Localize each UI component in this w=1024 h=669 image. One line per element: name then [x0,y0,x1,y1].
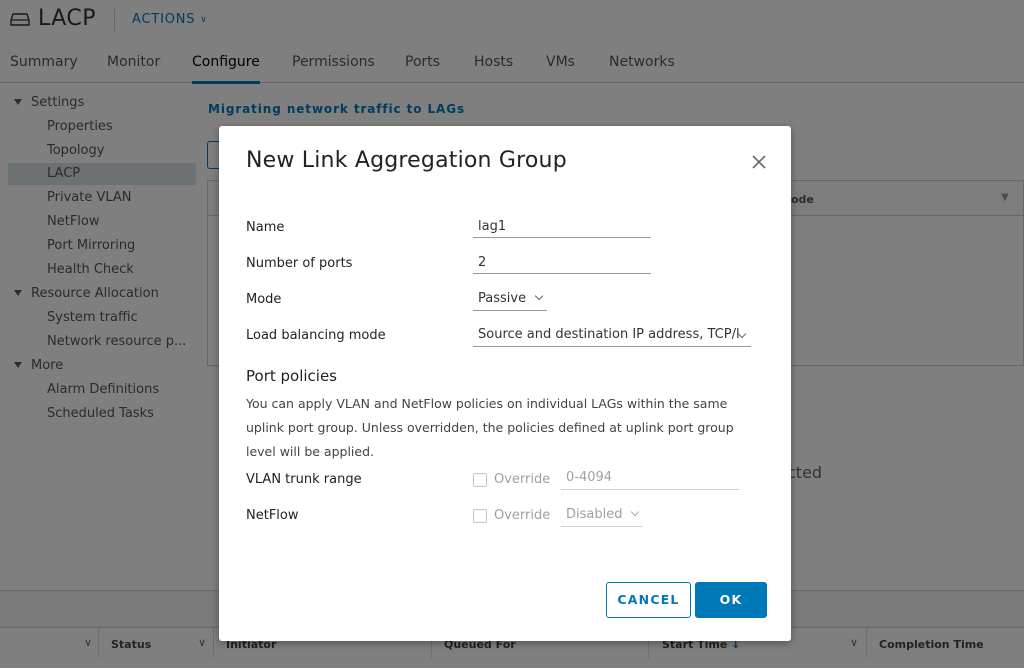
name-label: Name [246,220,285,235]
netflow-label: NetFlow [246,508,299,523]
netflow-override-label: Override [494,508,551,523]
chevron-down-icon [631,507,640,517]
ports-label: Number of ports [246,256,353,271]
load-balancing-value: Source and destination IP address, TCP/l [478,327,740,342]
netflow-override-checkbox[interactable] [473,509,487,523]
port-policies-description: You can apply VLAN and NetFlow policies … [246,396,734,459]
vlan-trunk-range-label: VLAN trunk range [246,472,362,487]
vlan-override-label: Override [494,472,551,487]
number-of-ports-input[interactable] [473,252,651,274]
load-balancing-label: Load balancing mode [246,328,386,343]
netflow-value: Disabled [566,507,623,522]
ok-button[interactable]: OK [695,582,767,618]
vlan-trunk-range-input[interactable]: 0-4094 [561,468,739,490]
chevron-down-icon [534,291,544,301]
load-balancing-select[interactable]: Source and destination IP address, TCP/l [473,325,751,347]
close-icon[interactable] [749,152,769,172]
name-input[interactable] [473,216,651,238]
netflow-select[interactable]: Disabled [561,505,642,527]
dialog-title: New Link Aggregation Group [246,148,567,173]
new-lag-dialog: New Link Aggregation Group Name Number o… [219,126,791,641]
cancel-button[interactable]: CANCEL [606,582,691,618]
vlan-override-checkbox[interactable] [473,473,487,487]
mode-select[interactable]: Passive [473,289,547,311]
port-policies-heading: Port policies [246,367,337,385]
mode-value: Passive [478,291,527,306]
mode-label: Mode [246,292,282,307]
